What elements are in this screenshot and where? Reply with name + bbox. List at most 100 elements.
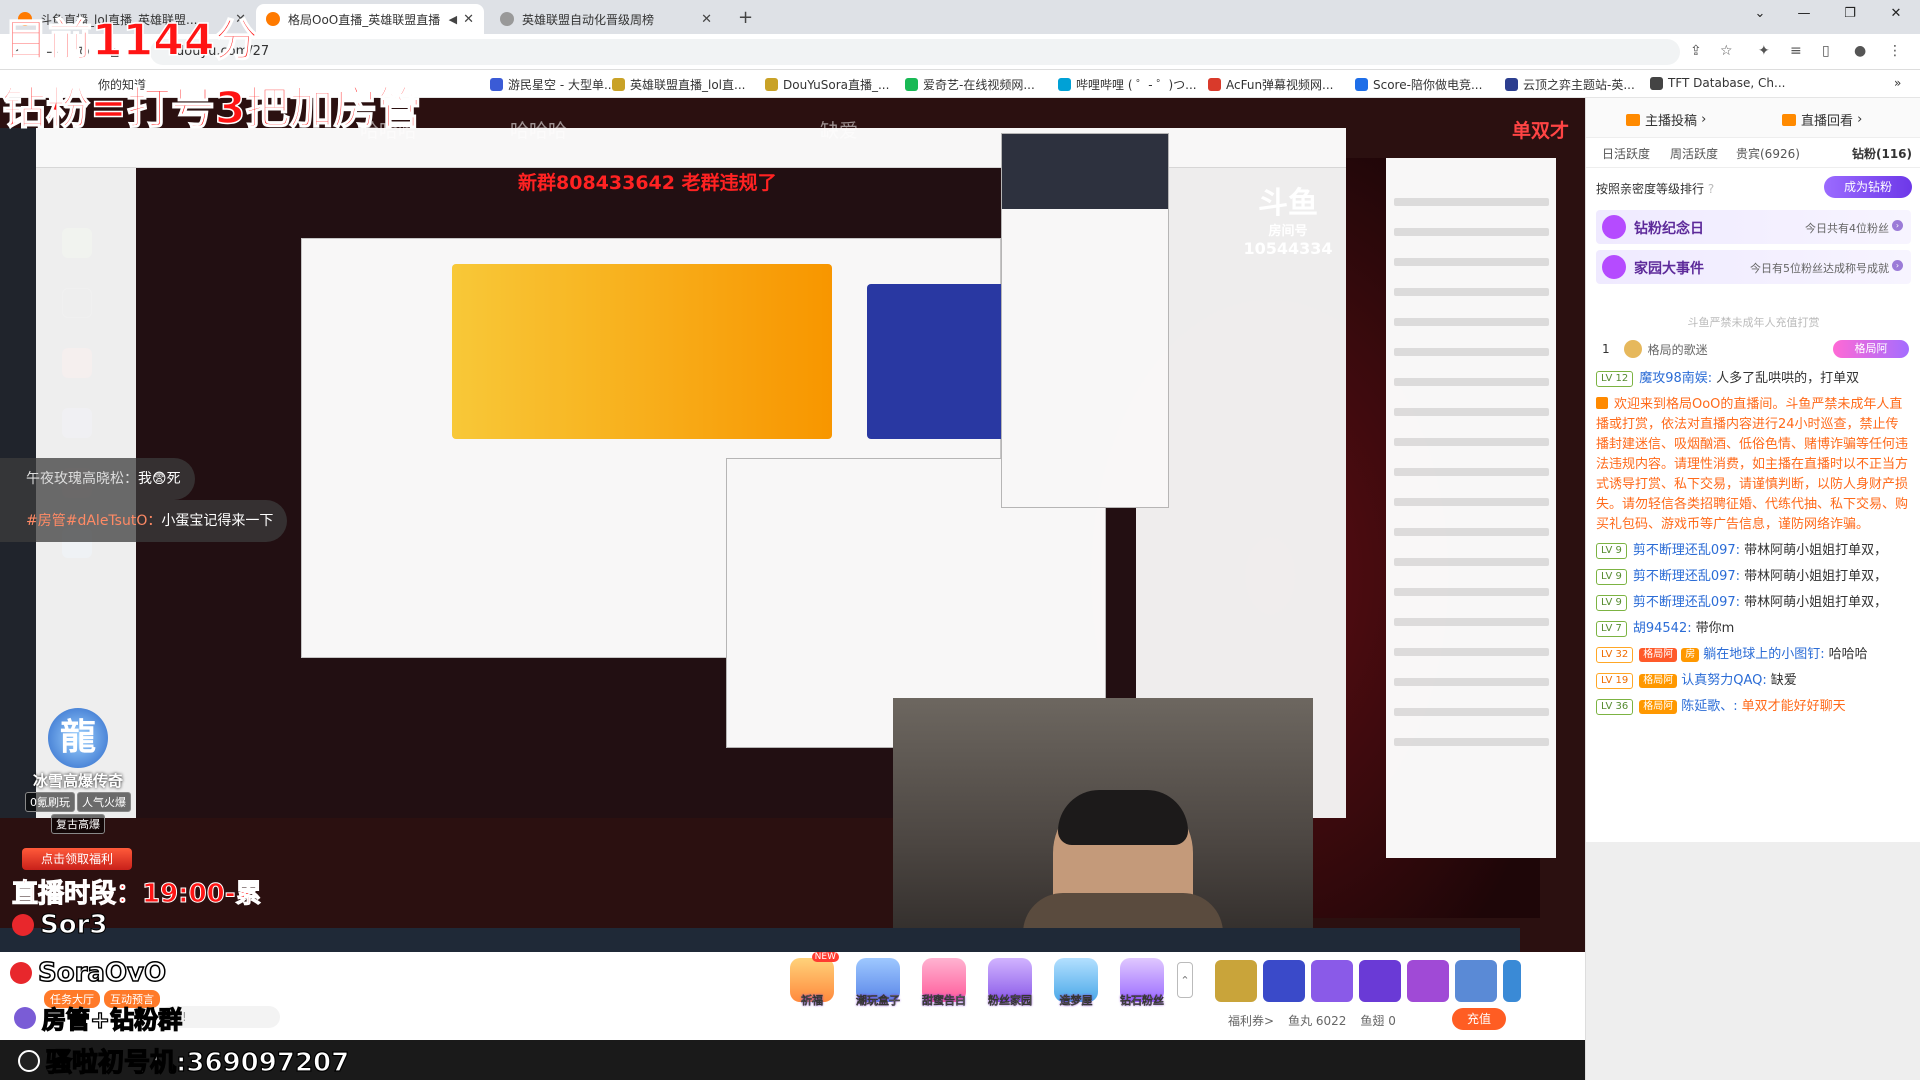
gift-blindbox[interactable]: 潮玩盒子 — [849, 958, 907, 1008]
rank-number: 1 — [1602, 342, 1610, 356]
qq-group-overlay: 骚啦初号机:369097207 — [18, 1042, 350, 1079]
chat-input-area[interactable] — [1586, 842, 1920, 1080]
gift-pray[interactable]: 祈福 NEW — [783, 952, 841, 1008]
menu-icon[interactable]: ⋮ — [1888, 43, 1902, 59]
side-panel-icon[interactable]: ▯ — [1822, 43, 1830, 59]
chevron-right-icon: › — [1892, 260, 1903, 271]
new-badge: NEW — [811, 952, 839, 962]
fan-rank-row[interactable]: 1 格局的歌迷 格局阿 — [1596, 338, 1911, 360]
chat-message[interactable]: LV 12 魔攻98南娱: 人多了乱哄哄的，打单双 — [1586, 366, 1920, 392]
page-favicon — [500, 12, 514, 26]
chat-user[interactable]: 剪不断理还乱097: — [1633, 595, 1740, 610]
tab-search-icon[interactable]: ⌄ — [1746, 6, 1774, 21]
chat-message[interactable]: LV 19 格局阿 认真努力QAQ: 缺爱 — [1586, 668, 1920, 694]
help-icon[interactable]: ? — [1708, 182, 1714, 196]
chat-text: 带林阿萌小姐姐打单双， — [1744, 569, 1888, 584]
replay-link[interactable]: 直播回看 › — [1782, 110, 1862, 129]
restore-button[interactable]: ❐ — [1836, 6, 1864, 21]
chat-message[interactable]: LV 36 格局阿 陈延歌、: 单双才能好好聊天 — [1586, 694, 1920, 720]
browser-tab-active[interactable]: 格局OoO直播_英雄联盟直播 ◀ ✕ — [256, 4, 484, 34]
right-panel-top: 主播投稿 › 直播回看 › — [1586, 98, 1920, 138]
share-icon[interactable]: ⇪ — [1690, 43, 1702, 59]
minimize-button[interactable]: — — [1790, 6, 1818, 21]
gift-icon[interactable] — [1407, 960, 1449, 1002]
bookmark-item[interactable]: AcFun弹幕视频网... — [1208, 76, 1334, 93]
gift-expand-icon[interactable]: ⌃ — [1177, 962, 1193, 998]
level-badge: LV 12 — [1596, 371, 1634, 387]
captured-danmu-line — [1394, 498, 1549, 506]
bookmark-item[interactable]: DouYuSora直播_... — [765, 76, 889, 93]
chat-user[interactable]: 魔攻98南娱: — [1639, 371, 1712, 386]
captured-danmu-line — [1394, 558, 1549, 566]
extensions-icon[interactable]: ✦ — [1758, 43, 1770, 59]
fan-anniversary-card[interactable]: 钻粉纪念日 今日共有4位粉丝 › — [1596, 210, 1911, 244]
bookmark-item[interactable]: 爱奇艺-在线视频网... — [905, 76, 1035, 93]
chat-user[interactable]: 躺在地球上的小图钉: — [1703, 647, 1824, 662]
gift-icon[interactable] — [1359, 960, 1401, 1002]
gift-icon[interactable] — [1503, 960, 1521, 1002]
fishball-count: 鱼丸 6022 — [1288, 1014, 1347, 1028]
reading-list-icon[interactable]: ≡ — [1790, 43, 1802, 59]
more-bookmarks-icon[interactable]: » — [1894, 76, 1901, 90]
close-icon[interactable]: ✕ — [701, 12, 712, 27]
gift-diamond-fan[interactable]: 钻石粉丝 — [1113, 958, 1171, 1008]
tab-vip[interactable]: 贵宾(6926) — [1736, 145, 1800, 162]
close-window-button[interactable]: ✕ — [1882, 6, 1910, 21]
chat-message[interactable]: LV 9 剪不断理还乱097: 带林阿萌小姐姐打单双， — [1586, 590, 1920, 616]
avatar — [14, 1006, 36, 1029]
captured-danmu-line — [1394, 648, 1549, 656]
bookmark-star-icon[interactable]: ☆ — [1720, 43, 1733, 59]
close-icon[interactable]: ✕ — [463, 12, 474, 27]
fangguan-text: 房管+钻粉群 — [41, 1005, 183, 1034]
recharge-button[interactable]: 充值 — [1452, 1008, 1506, 1030]
speaker-icon[interactable]: ◀ — [449, 13, 457, 26]
fangguan-overlay: 房管+钻粉群 — [14, 1000, 183, 1035]
browser-tab[interactable]: 英雄联盟自动化晋级周榜 ✕ — [490, 4, 722, 34]
rank-note-text: 按照亲密度等级排行 — [1596, 182, 1705, 196]
game-ad-badge[interactable]: 龍 冰雪高爆传奇 0氪刷玩 人气火爆 复古高爆 — [8, 708, 148, 838]
chat-user[interactable]: 胡94542: — [1633, 621, 1692, 636]
bookmark-item[interactable]: 英雄联盟直播_lol直... — [612, 76, 745, 93]
room-number: 10544334 — [1243, 239, 1333, 258]
become-diamond-fan-button[interactable]: 成为钻粉 — [1824, 176, 1912, 198]
chat-user[interactable]: 剪不断理还乱097: — [1633, 569, 1740, 584]
danmu-user: #房管#dAleTsutO： — [26, 513, 162, 529]
rocket-icon[interactable] — [1263, 960, 1305, 1002]
profile-avatar-icon[interactable]: ● — [1854, 43, 1866, 59]
chat-user[interactable]: 陈延歌、: — [1681, 699, 1737, 714]
gift-dream-house[interactable]: 造梦屋 — [1047, 958, 1105, 1008]
bookmark-item[interactable]: 游民星空 - 大型单... — [490, 76, 615, 93]
overlay-rule-text: 钻粉=打号3把加房管 — [1, 82, 422, 135]
gift-icon[interactable] — [1215, 960, 1257, 1002]
bookmark-label: 云顶之弈主题站-英... — [1523, 78, 1635, 92]
rank-note: 按照亲密度等级排行 ? — [1596, 180, 1714, 197]
new-tab-button[interactable]: + — [738, 7, 753, 28]
anchor-submission-link[interactable]: 主播投稿 › — [1626, 110, 1706, 129]
card-sub: 今日有5位粉丝达成称号成就 — [1750, 262, 1889, 275]
tab-diamond-fans[interactable]: 钻粉(116) — [1852, 145, 1912, 162]
gift-confession[interactable]: 甜蜜告白 — [915, 958, 973, 1008]
claim-welfare-button[interactable]: 点击领取福利 — [22, 848, 132, 870]
danmu-text: 小蛋宝记得来一下 — [161, 513, 274, 529]
tab-weekly-active[interactable]: 周活跃度 — [1670, 145, 1718, 162]
bookmark-item[interactable]: TFT Database, Ch... — [1650, 76, 1785, 90]
gift-icon[interactable] — [1311, 960, 1353, 1002]
chat-user[interactable]: 认真努力QAQ: — [1681, 673, 1767, 688]
chat-message[interactable]: LV 32 格局阿房躺在地球上的小图钉: 哈哈哈 — [1586, 642, 1920, 668]
chat-user[interactable]: 剪不断理还乱097: — [1633, 543, 1740, 558]
url-field[interactable]: douyu.com/27 — [150, 39, 1680, 65]
gift-fan-home[interactable]: 粉丝家园 — [981, 958, 1039, 1008]
bookmark-item[interactable]: 云顶之弈主题站-英... — [1505, 76, 1635, 93]
home-event-card[interactable]: 家园大事件 今日有5位粉丝达成称号成就 › — [1596, 250, 1911, 284]
bookmark-item[interactable]: 哔哩哔哩 ( ゜- ゜)つ... — [1058, 76, 1197, 93]
gift-label: 祈福 — [801, 994, 823, 1007]
tab-daily-active[interactable]: 日活跃度 — [1602, 145, 1650, 162]
chat-message[interactable]: LV 7 胡94542: 带你m — [1586, 616, 1920, 642]
bookmark-item[interactable]: Score-陪你做电竞... — [1355, 76, 1482, 93]
speaker-icon — [1596, 397, 1608, 409]
video-player[interactable]: 新群808433642 老群违规了 哈哈哈 哈哈哈 缺爱 单双才 斗鱼 房间号 … — [0, 98, 1585, 952]
chat-message[interactable]: LV 9 剪不断理还乱097: 带林阿萌小姐姐打单双， — [1586, 538, 1920, 564]
gift-icon[interactable] — [1455, 960, 1497, 1002]
welfare-ticket-link[interactable]: 福利券> — [1228, 1012, 1274, 1029]
chat-message[interactable]: LV 9 剪不断理还乱097: 带林阿萌小姐姐打单双， — [1586, 564, 1920, 590]
